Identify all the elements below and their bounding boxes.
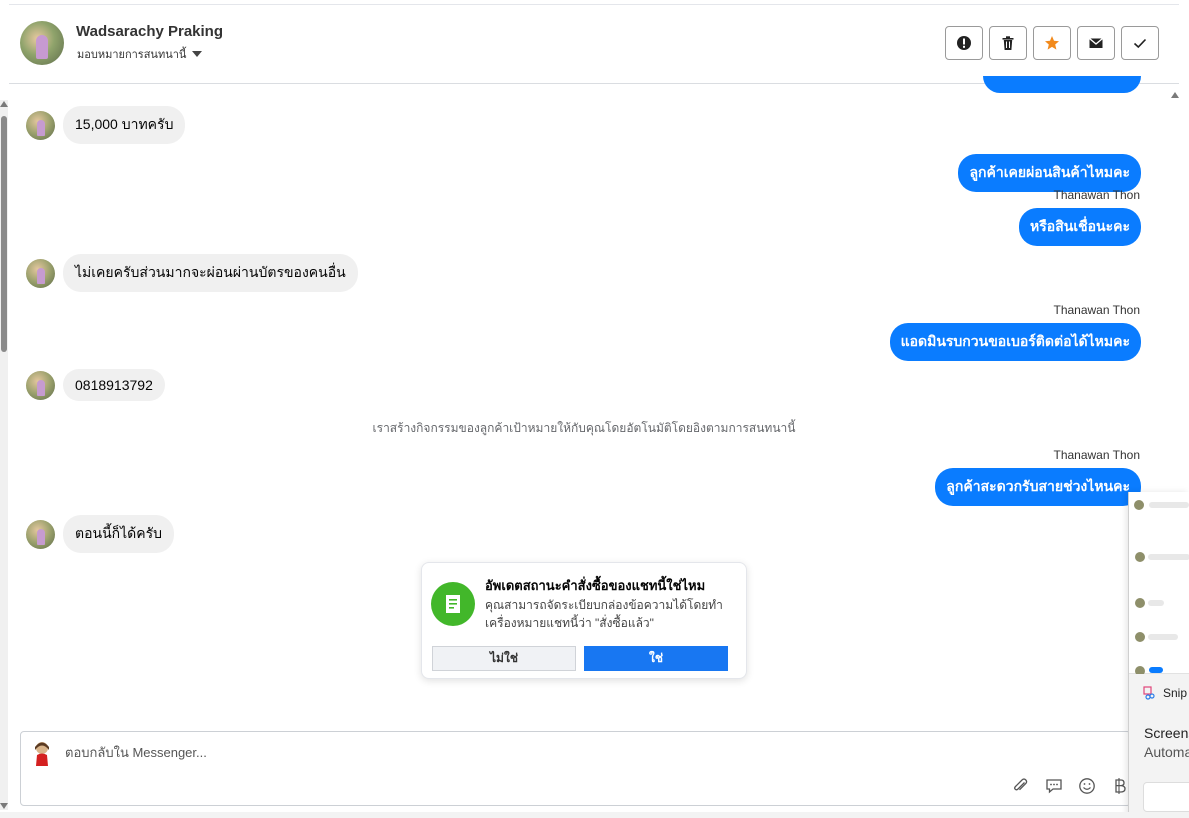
alert-icon <box>957 36 971 50</box>
contact-avatar-small <box>26 370 55 400</box>
message-bubble-outgoing: หรือสินเชื่อนะคะ <box>1019 208 1141 246</box>
emoji-icon[interactable] <box>1077 776 1097 796</box>
message-bubble-incoming: 0818913792 <box>63 369 165 401</box>
message-bubble-incoming: 15,000 บาทครับ <box>63 106 186 144</box>
snip-notification-popup: Snip Screens Automa <box>1128 492 1189 818</box>
paperclip-icon[interactable] <box>1011 776 1031 796</box>
follow-up-button[interactable] <box>1033 26 1071 60</box>
snip-details: Snip Screens Automa <box>1129 674 1189 818</box>
sender-name: Thanawan Thon <box>1053 188 1140 202</box>
contact-avatar-small <box>26 110 55 140</box>
message-bubble-outgoing-partial <box>983 76 1141 93</box>
message-incoming: 15,000 บาทครับ <box>26 106 186 144</box>
contact-avatar-small <box>26 519 55 549</box>
contact-avatar-small <box>26 258 55 288</box>
scissors-icon <box>1143 686 1155 700</box>
receipt-icon <box>431 582 475 626</box>
snip-thumbnail <box>1129 492 1189 676</box>
sender-name: Thanawan Thon <box>1053 303 1140 317</box>
caret-down-icon <box>192 51 203 57</box>
mark-unread-button[interactable] <box>1077 26 1115 60</box>
assign-conversation-dropdown[interactable]: มอบหมายการสนทนานี้ <box>77 45 203 63</box>
yes-button[interactable]: ใช่ <box>584 646 728 671</box>
contact-name[interactable]: Wadsarachy Praking <box>76 23 223 40</box>
trash-icon <box>1002 36 1014 50</box>
sender-name: Thanawan Thon <box>1053 448 1140 462</box>
messenger-inbox: Wadsarachy Praking มอบหมายการสนทนานี้ 15… <box>0 0 1189 818</box>
message-bubble-incoming: ตอนนี้ก็ได้ครับ <box>63 515 175 553</box>
user-avatar <box>35 742 49 766</box>
message-bubble-outgoing: ลูกค้าสะดวกรับสายช่วงไหนคะ <box>935 468 1141 506</box>
message-incoming: ไม่เคยครับส่วนมากจะผ่อนผ่านบัตรของคนอื่น <box>26 254 358 292</box>
message-incoming: 0818913792 <box>26 369 165 401</box>
conversation-actions <box>945 26 1159 60</box>
snip-action-button[interactable] <box>1143 782 1189 812</box>
baht-icon[interactable] <box>1110 776 1130 796</box>
snip-message: Screens Automa <box>1144 724 1189 762</box>
conversation-header: Wadsarachy Praking มอบหมายการสนทนานี้ <box>9 5 1179 84</box>
message-bubble-incoming: ไม่เคยครับส่วนมากจะผ่อนผ่านบัตรของคนอื่น <box>63 254 358 292</box>
scroll-up-arrow-icon[interactable] <box>0 101 8 107</box>
message-bubble-outgoing: ลูกค้าเคยผ่อนสินค้าไหมคะ <box>958 154 1141 192</box>
spam-button[interactable] <box>945 26 983 60</box>
page-scrollbar[interactable] <box>0 100 8 810</box>
system-activity-note: เราสร้างกิจกรรมของลูกค้าเป้าหมายให้กับคุ… <box>372 421 796 435</box>
snip-app-row: Snip <box>1143 686 1187 700</box>
composer-tools <box>1011 776 1130 796</box>
scroll-down-arrow-icon[interactable] <box>0 803 8 809</box>
bottom-taskbar-edge <box>0 812 1189 818</box>
snip-app-name: Snip <box>1163 686 1188 700</box>
no-button[interactable]: ไม่ใช่ <box>432 646 576 671</box>
reply-input[interactable] <box>65 745 665 760</box>
snip-line-1: Screens <box>1144 725 1189 741</box>
saved-reply-icon[interactable] <box>1044 776 1064 796</box>
assign-label: มอบหมายการสนทนานี้ <box>77 49 187 61</box>
delete-button[interactable] <box>989 26 1027 60</box>
star-icon <box>1045 36 1059 50</box>
prompt-title: อัพเดตสถานะคำสั่งซื้อของแชทนี้ใช่ไหม <box>485 578 706 593</box>
reply-composer <box>20 731 1131 806</box>
thread-scroll-up-icon[interactable] <box>1171 92 1179 98</box>
snip-line-2: Automa <box>1144 744 1189 760</box>
message-incoming: ตอนนี้ก็ได้ครับ <box>26 515 175 553</box>
contact-avatar[interactable] <box>20 21 64 65</box>
prompt-body: คุณสามารถจัดระเบียบกล่องข้อความได้โดยทำเ… <box>485 598 723 630</box>
message-bubble-outgoing: แอดมินรบกวนขอเบอร์ติดต่อได้ไหมคะ <box>889 323 1141 361</box>
envelope-icon <box>1089 37 1103 48</box>
mark-done-button[interactable] <box>1121 26 1159 60</box>
order-status-prompt: อัพเดตสถานะคำสั่งซื้อของแชทนี้ใช่ไหม คุณ… <box>421 562 747 679</box>
check-icon <box>1133 38 1147 49</box>
scrollbar-thumb[interactable] <box>1 116 7 352</box>
